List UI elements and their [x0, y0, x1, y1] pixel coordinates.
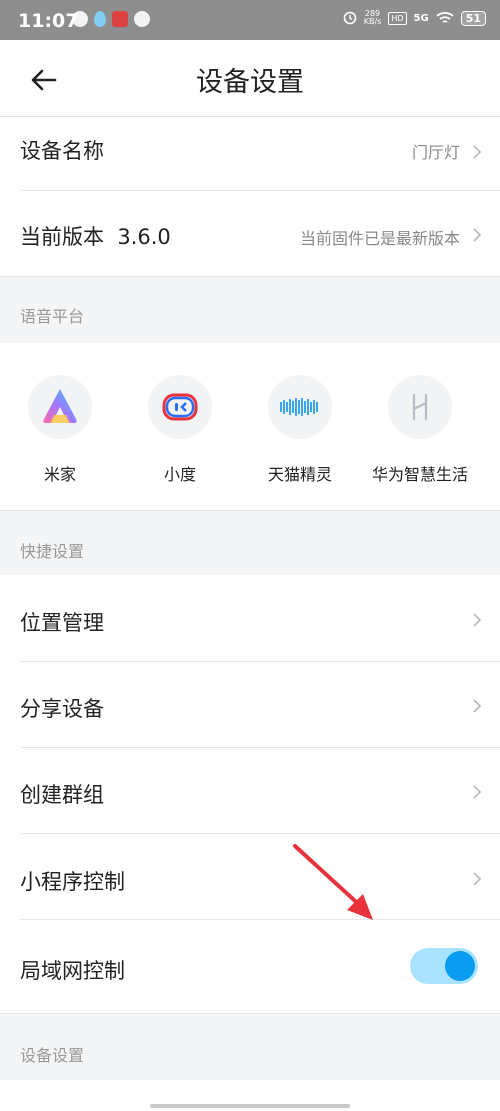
row-label: 位置管理 [20, 611, 104, 635]
row-label: 创建群组 [20, 783, 104, 807]
version-label: 当前版本 3.6.0 [20, 225, 171, 249]
section-device-settings: 设备设置 [0, 1013, 500, 1081]
tmall-genie-icon [268, 375, 332, 439]
xiaodu-icon [148, 375, 212, 439]
share-device-row[interactable]: 分享设备 [0, 662, 500, 748]
wifi-icon [436, 12, 454, 23]
chevron-right-icon [473, 145, 482, 159]
annotation-arrow-icon [293, 844, 373, 920]
device-name-label: 设备名称 [20, 139, 104, 163]
hd-badge: HD [388, 11, 407, 25]
home-indicator[interactable] [150, 1104, 350, 1108]
create-group-row[interactable]: 创建群组 [0, 748, 500, 834]
network-type: 5G [413, 12, 429, 24]
status-bar: 11:07 289 KB/s HD 5G 51 [0, 0, 500, 40]
speed-unit: KB/s [363, 17, 382, 26]
voice-platform-mijia[interactable]: 米家 [0, 375, 120, 485]
huawei-smart-life-icon [388, 375, 452, 439]
location-management-row[interactable]: 位置管理 [0, 575, 500, 662]
platform-name: 天猫精灵 [267, 465, 332, 484]
firmware-version-row[interactable]: 当前版本 3.6.0 当前固件已是最新版本 [0, 191, 500, 276]
row-label: 局域网控制 [20, 959, 125, 983]
chevron-right-icon [473, 613, 482, 627]
firmware-status: 当前固件已是最新版本 [299, 229, 460, 248]
chevron-right-icon [473, 785, 482, 799]
toggle-knob [445, 951, 475, 981]
row-label: 小程序控制 [20, 870, 125, 894]
platform-name: 米家 [43, 465, 76, 484]
section-quick-settings: 快捷设置 [0, 510, 500, 576]
status-time: 11:07 [18, 10, 79, 32]
section-voice-platform: 语音平台 [0, 276, 500, 344]
voice-platform-grid: 米家 小度 天猫精灵 华为智慧生活 [0, 343, 500, 510]
lan-control-row: 局域网控制 [0, 920, 500, 1013]
lan-control-toggle[interactable] [410, 948, 478, 984]
mijia-icon [28, 375, 92, 439]
section-title: 设备设置 [20, 1046, 85, 1065]
section-title: 快捷设置 [20, 542, 85, 561]
network-speed: 289 KB/s [364, 10, 382, 26]
platform-name: 华为智慧生活 [371, 465, 468, 484]
notification-icons [72, 11, 150, 27]
alarm-icon [343, 11, 357, 25]
status-right: 289 KB/s HD 5G 51 [343, 10, 486, 26]
chevron-right-icon [473, 872, 482, 886]
voice-platform-xiaodu[interactable]: 小度 [120, 375, 240, 485]
voice-platform-huawei[interactable]: 华为智慧生活 [360, 375, 480, 485]
battery-indicator: 51 [460, 10, 486, 26]
page-title: 设备设置 [196, 67, 304, 98]
chevron-right-icon [473, 228, 482, 242]
qq-icon [94, 11, 106, 27]
device-name-row[interactable]: 设备名称 门厅灯 [0, 117, 500, 191]
wechat-icon [72, 11, 88, 27]
mini-program-control-row[interactable]: 小程序控制 [0, 834, 500, 920]
compass-icon [134, 11, 150, 27]
app-notification-icon [112, 11, 128, 27]
voice-platform-tmall-genie[interactable]: 天猫精灵 [240, 375, 360, 485]
row-label: 分享设备 [20, 697, 104, 721]
device-name-value: 门厅灯 [411, 143, 460, 162]
section-title: 语音平台 [20, 307, 85, 326]
platform-name: 小度 [163, 465, 196, 484]
chevron-right-icon [473, 699, 482, 713]
app-header: 设备设置 [0, 40, 500, 117]
